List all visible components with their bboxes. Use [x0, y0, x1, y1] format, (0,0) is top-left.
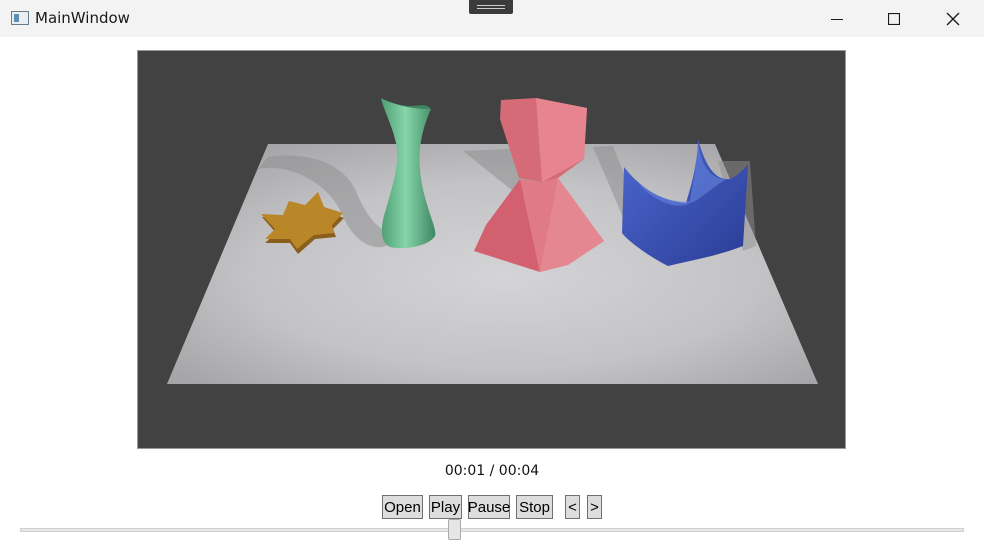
maximize-icon [888, 12, 900, 25]
minimize-icon [831, 18, 843, 20]
seek-slider-thumb[interactable] [448, 519, 461, 540]
time-display: 00:01 / 00:04 [444, 463, 540, 479]
play-button[interactable]: Play [429, 495, 462, 519]
next-frame-button[interactable]: > [587, 495, 602, 519]
scene-render [167, 98, 818, 384]
snap-handle-icon[interactable] [469, 0, 513, 14]
window-title: MainWindow [35, 9, 130, 27]
pause-button[interactable]: Pause [468, 495, 510, 519]
3d-viewport[interactable] [137, 50, 846, 449]
close-icon [946, 12, 960, 25]
maximize-button[interactable] [865, 0, 923, 37]
stop-button[interactable]: Stop [516, 495, 553, 519]
minimize-button[interactable] [808, 0, 866, 37]
app-icon [11, 11, 29, 25]
seek-slider-track[interactable] [20, 528, 964, 532]
title-bar[interactable]: MainWindow [0, 0, 984, 37]
close-button[interactable] [924, 0, 982, 37]
previous-frame-button[interactable]: < [565, 495, 580, 519]
open-button[interactable]: Open [382, 495, 423, 519]
